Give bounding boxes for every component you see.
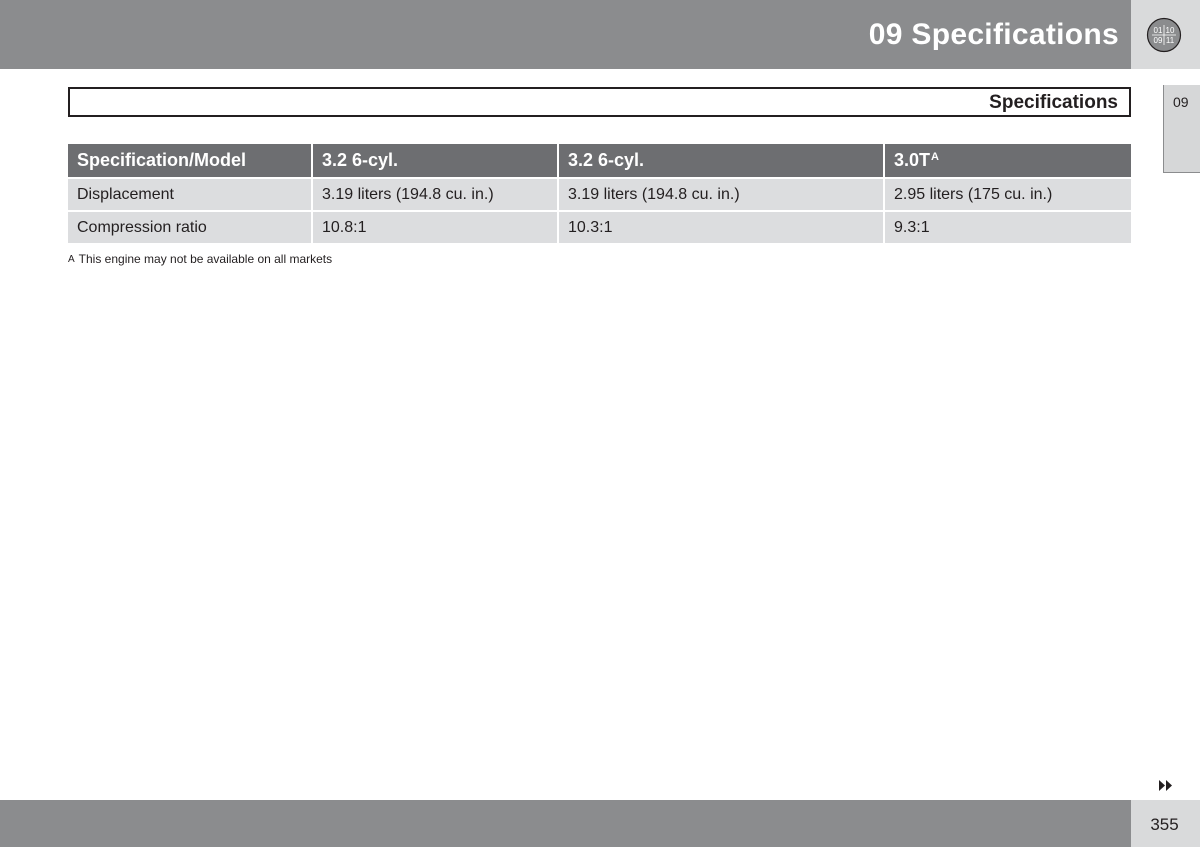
footnote-mark: A	[68, 254, 75, 265]
specifications-table: Specification/Model 3.2 6-cyl. 3.2 6-cyl…	[68, 144, 1131, 245]
footnote: A This engine may not be available on all…	[68, 252, 332, 266]
table-cell: 3.19 liters (194.8 cu. in.)	[559, 179, 885, 212]
column-header: 3.2 6-cyl.	[313, 144, 559, 179]
chapter-numbers-icon: 01 10 09 11	[1146, 17, 1182, 53]
section-heading-box: Specifications	[68, 87, 1131, 117]
icon-digit: 11	[1166, 36, 1175, 45]
table-cell: 3.19 liters (194.8 cu. in.)	[313, 179, 559, 212]
icon-digit: 09	[1154, 36, 1163, 45]
chapter-header-bar: 09 Specifications	[0, 0, 1131, 69]
chapter-side-tab[interactable]: 09	[1163, 85, 1200, 173]
icon-digit: 01	[1154, 26, 1163, 35]
table-row: Displacement 3.19 liters (194.8 cu. in.)…	[68, 179, 1131, 212]
chapter-title: 09 Specifications	[868, 18, 1119, 51]
header-corner-panel: 01 10 09 11	[1131, 0, 1200, 69]
column-header: 3.2 6-cyl.	[559, 144, 885, 179]
table-cell: Compression ratio	[68, 212, 313, 245]
double-arrow-right-icon[interactable]	[1159, 780, 1172, 791]
table-cell: 10.8:1	[313, 212, 559, 245]
table-cell: 2.95 liters (175 cu. in.)	[885, 179, 1131, 212]
footer-bar	[0, 800, 1131, 847]
table-cell: 10.3:1	[559, 212, 885, 245]
side-tab-label: 09	[1173, 94, 1189, 110]
table-cell: Displacement	[68, 179, 313, 212]
column-header: Specification/Model	[68, 144, 313, 179]
table-cell: 9.3:1	[885, 212, 1131, 245]
table-header-row: Specification/Model 3.2 6-cyl. 3.2 6-cyl…	[68, 144, 1131, 179]
icon-digit: 10	[1166, 26, 1175, 35]
page-number: 355	[1150, 815, 1179, 834]
table-row: Compression ratio 10.8:1 10.3:1 9.3:1	[68, 212, 1131, 245]
section-title: Specifications	[989, 92, 1118, 113]
column-header: 3.0TA	[885, 144, 1131, 179]
footnote-text: This engine may not be available on all …	[78, 252, 333, 266]
